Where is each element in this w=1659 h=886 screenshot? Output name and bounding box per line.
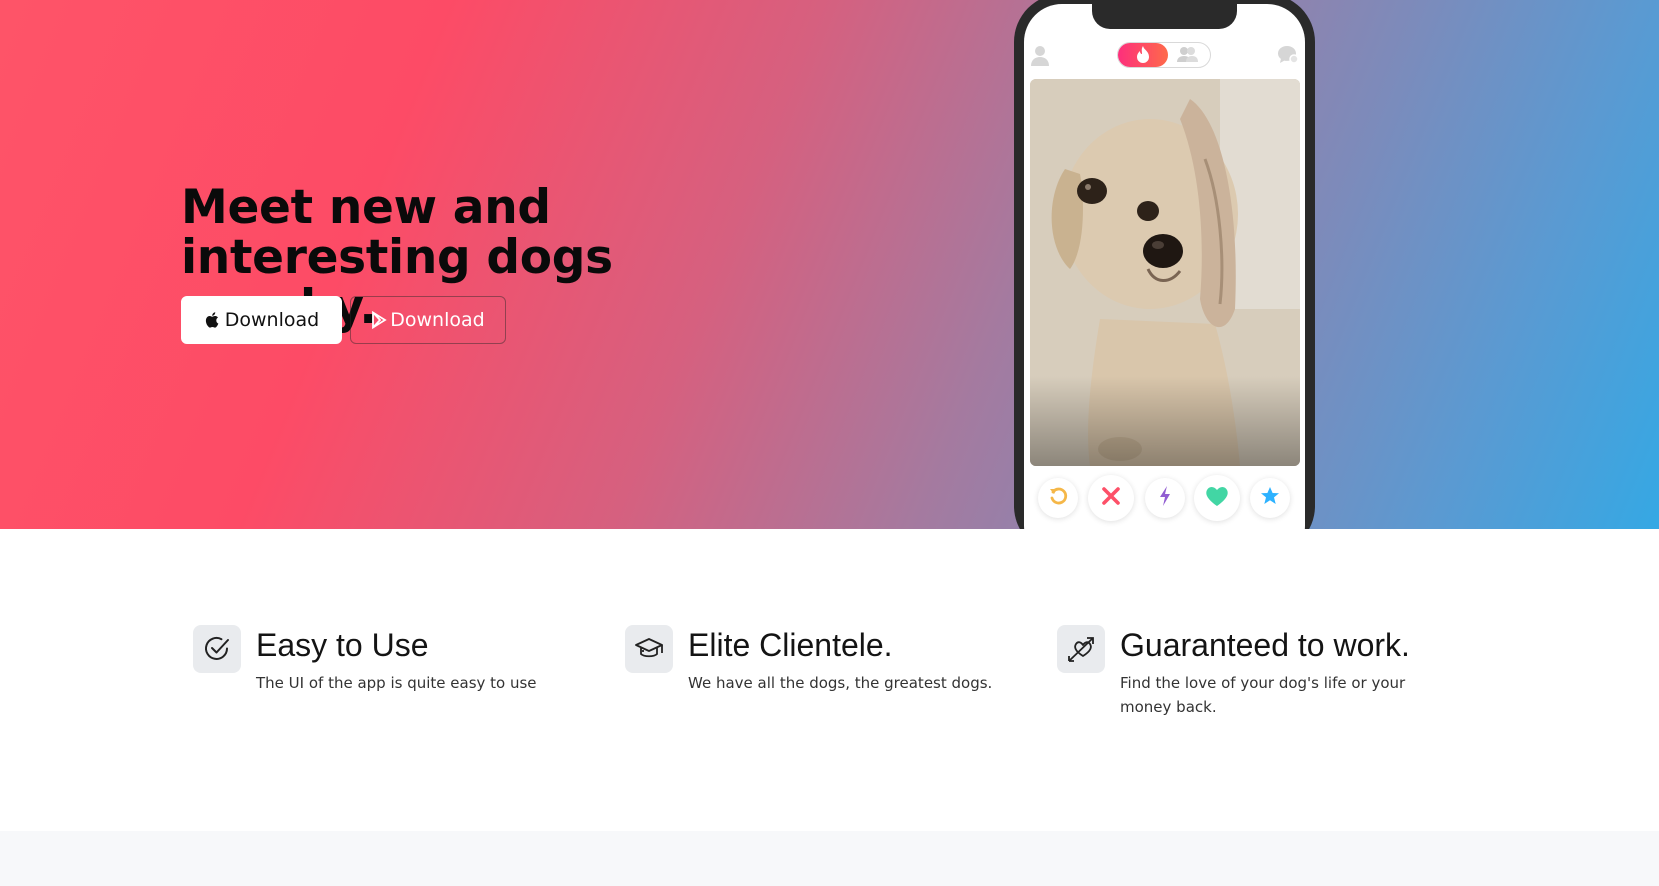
heart-arrow-icon [1057, 625, 1105, 673]
graduation-cap-icon [625, 625, 673, 673]
flame-icon[interactable] [1118, 43, 1168, 67]
chat-icon[interactable] [1277, 45, 1299, 70]
feature-text: We have all the dogs, the greatest dogs. [688, 674, 993, 692]
nope-button[interactable] [1088, 475, 1134, 521]
feature-title: Guaranteed to work. [1120, 627, 1410, 663]
super-like-icon [1260, 486, 1280, 511]
boost-icon [1158, 485, 1172, 511]
apple-icon [204, 311, 222, 329]
feature-text: The UI of the app is quite easy to use [256, 674, 537, 692]
check-circle-icon [193, 625, 241, 673]
boost-button[interactable] [1145, 478, 1185, 518]
profile-icon[interactable] [1031, 45, 1049, 72]
hero-section: Meet new and interesting dogs nearby. Do… [0, 0, 1659, 529]
app-store-download-button[interactable]: Download [181, 296, 342, 344]
nope-icon [1101, 486, 1121, 511]
super-like-button[interactable] [1250, 478, 1290, 518]
phone-notch [1092, 0, 1237, 29]
dog-photo-card[interactable] [1030, 79, 1300, 466]
like-button[interactable] [1194, 475, 1240, 521]
app-store-download-label: Download [224, 309, 320, 331]
card-gradient-overlay [1030, 376, 1300, 466]
rewind-button[interactable] [1038, 478, 1078, 518]
play-store-download-button[interactable]: Download [350, 296, 506, 344]
like-icon [1205, 485, 1229, 512]
footer-band [0, 831, 1659, 886]
group-icon[interactable] [1176, 46, 1198, 67]
play-store-download-label: Download [390, 309, 485, 331]
feature-text: Find the love of your dog's life or your… [1120, 674, 1406, 716]
feature-title: Easy to Use [256, 627, 429, 663]
feature-title: Elite Clientele. [688, 627, 893, 663]
rewind-icon [1048, 486, 1068, 511]
play-store-icon [371, 311, 387, 329]
